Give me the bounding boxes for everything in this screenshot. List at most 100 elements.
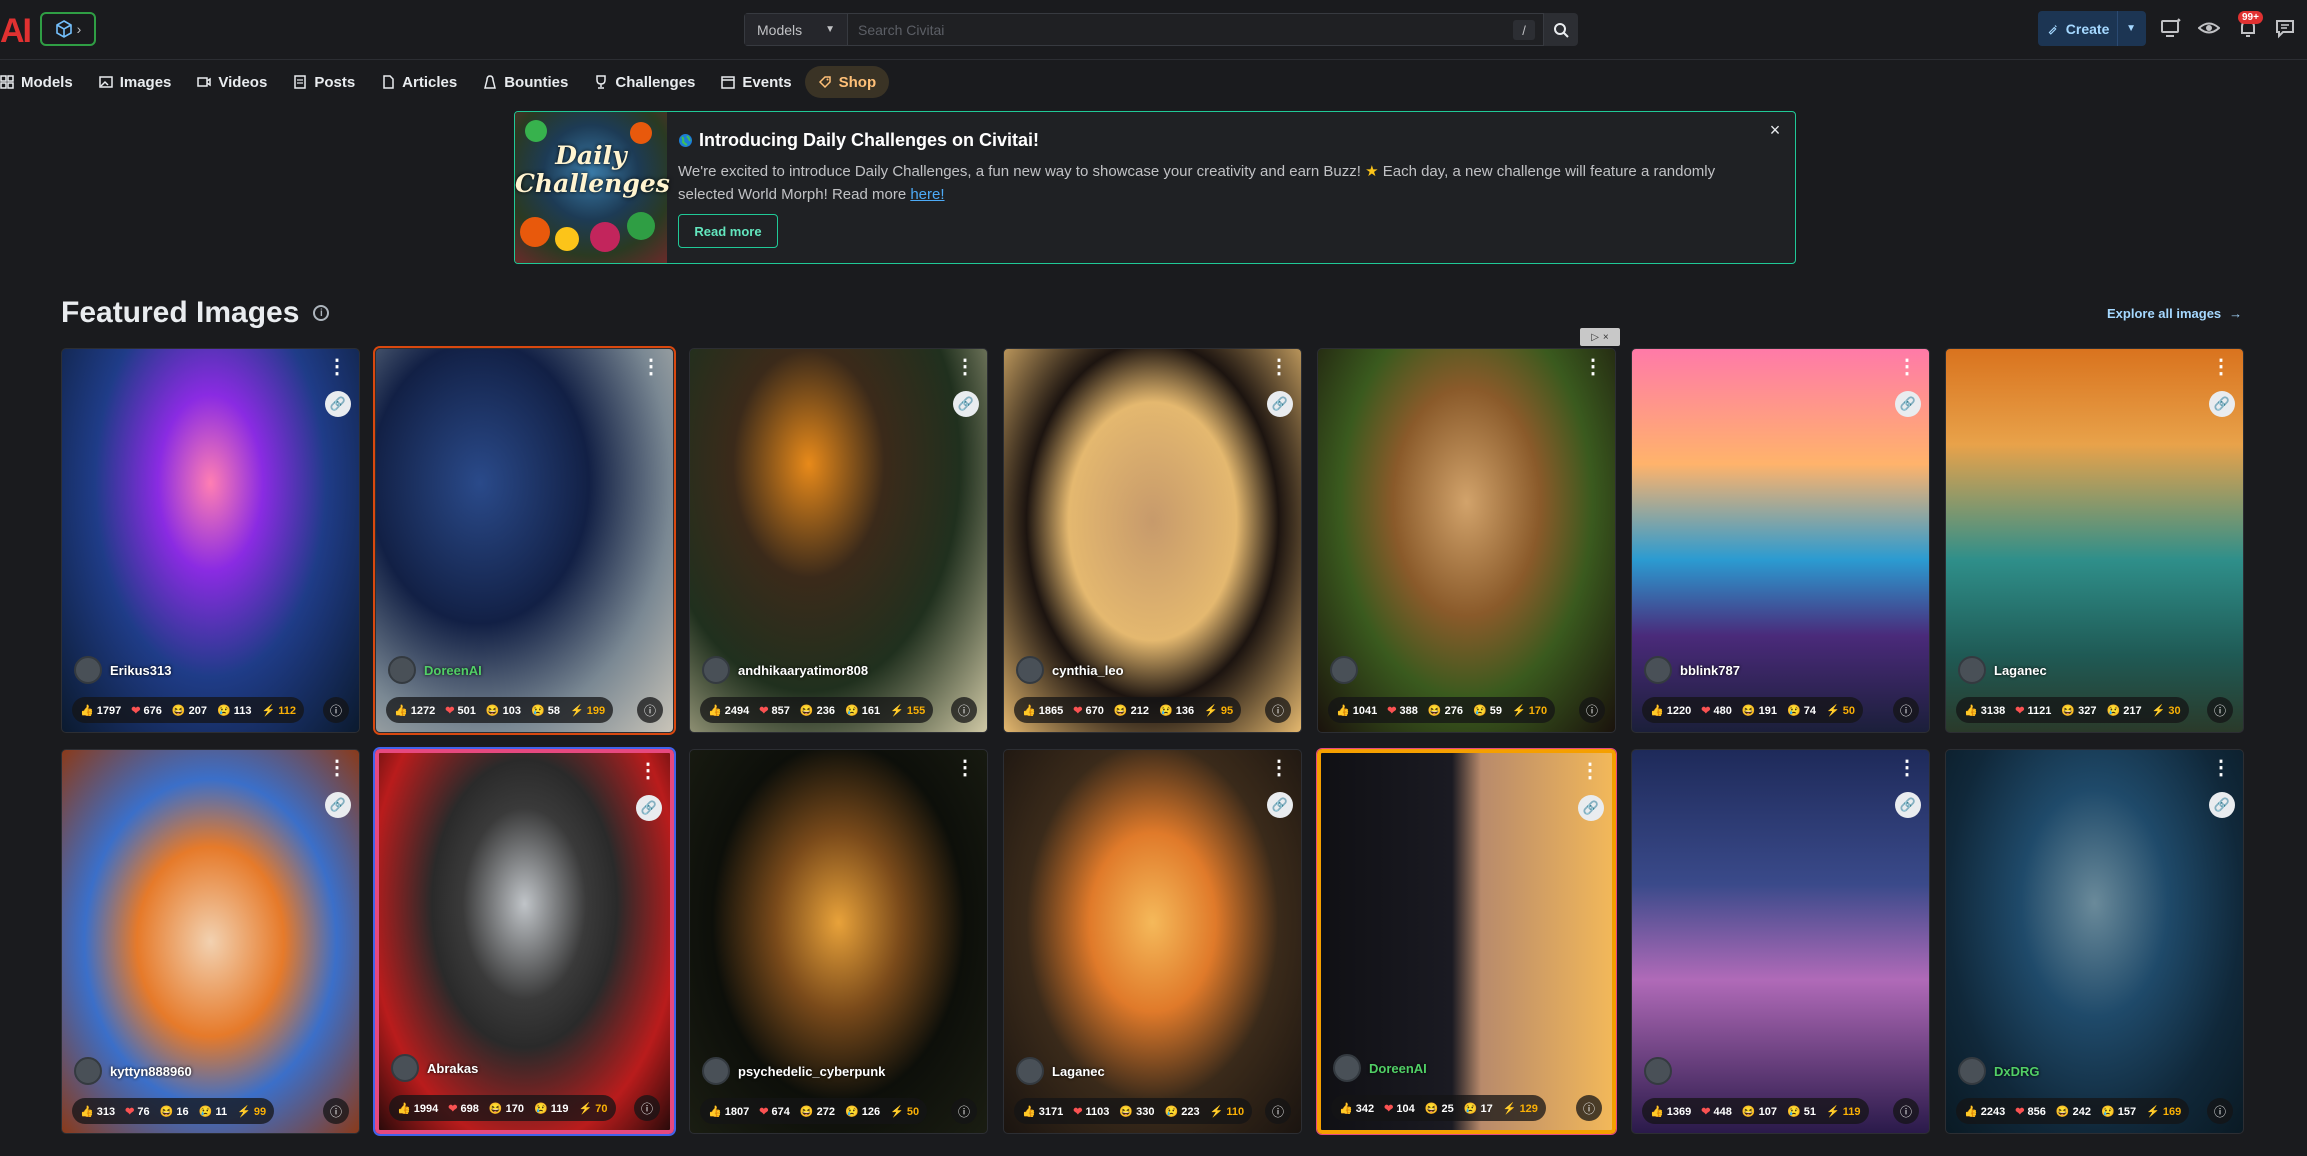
close-icon[interactable]: × — [1767, 121, 1783, 139]
card-user[interactable]: DoreenAI — [1333, 1054, 1427, 1082]
info-icon[interactable]: i — [313, 305, 330, 321]
username[interactable]: bblink787 — [1680, 663, 1740, 678]
more-options-icon[interactable]: ⋮ — [1269, 758, 1289, 778]
reaction-heart[interactable]: ❤ 857 — [759, 704, 790, 717]
nav-item-shop[interactable]: Shop — [804, 66, 890, 98]
more-options-icon[interactable]: ⋮ — [641, 357, 661, 377]
reaction-cry[interactable]: 😢 223 — [1165, 1105, 1200, 1118]
reaction-cry[interactable]: 😢 74 — [1787, 704, 1816, 717]
reaction-cry[interactable]: 😢 217 — [2107, 704, 2142, 717]
reaction-cry[interactable]: 😢 58 — [531, 704, 560, 717]
nav-item-challenges[interactable]: Challenges — [581, 66, 708, 98]
image-info-icon[interactable]: ⓘ — [1579, 697, 1605, 723]
link-icon[interactable]: 🔗 — [953, 391, 979, 417]
reaction-cry[interactable]: 😢 11 — [199, 1105, 227, 1118]
image-info-icon[interactable]: ⓘ — [951, 1098, 977, 1124]
avatar[interactable] — [1016, 656, 1044, 684]
chat-icon[interactable] — [2274, 17, 2296, 39]
nav-item-posts[interactable]: Posts — [280, 66, 368, 98]
buzz-tip[interactable]: ⚡ 112 — [262, 704, 297, 717]
reaction-heart[interactable]: ❤ 674 — [759, 1105, 790, 1118]
reaction-heart[interactable]: ❤ 670 — [1073, 704, 1104, 717]
username[interactable]: cynthia_leo — [1052, 663, 1124, 678]
avatar[interactable] — [1958, 1057, 1986, 1085]
avatar[interactable] — [702, 1057, 730, 1085]
image-card[interactable]: ⋮ 🔗 DxDRG 👍 2243 ❤ 856 😆 242 😢 157 ⚡ 169… — [1945, 749, 2244, 1134]
reaction-like[interactable]: 👍 3138 — [1964, 704, 2005, 717]
buzz-tip[interactable]: ⚡ 110 — [1210, 1105, 1245, 1118]
link-icon[interactable]: 🔗 — [1578, 795, 1604, 821]
more-options-icon[interactable]: ⋮ — [327, 758, 347, 778]
image-card[interactable]: ⋮ 🔗 Laganec 👍 3171 ❤ 1103 😆 330 😢 223 ⚡ … — [1003, 749, 1302, 1134]
image-info-icon[interactable]: ⓘ — [1893, 1098, 1919, 1124]
card-user[interactable]: bblink787 — [1644, 656, 1740, 684]
username[interactable]: psychedelic_cyberpunk — [738, 1064, 885, 1079]
reaction-cry[interactable]: 😢 126 — [845, 1105, 880, 1118]
reaction-heart[interactable]: ❤ 676 — [131, 704, 162, 717]
nav-item-articles[interactable]: Articles — [368, 66, 470, 98]
reaction-laugh[interactable]: 😆 242 — [2056, 1105, 2091, 1118]
card-user[interactable]: cynthia_leo — [1016, 656, 1124, 684]
image-card[interactable]: ⋮ 🔗 Laganec 👍 3138 ❤ 1121 😆 327 😢 217 ⚡ … — [1945, 348, 2244, 733]
reaction-laugh[interactable]: 😆 25 — [1425, 1102, 1454, 1115]
avatar[interactable] — [388, 656, 416, 684]
card-user[interactable]: psychedelic_cyberpunk — [702, 1057, 885, 1085]
buzz-tip[interactable]: ⚡ 50 — [890, 1105, 919, 1118]
card-user[interactable] — [1644, 1057, 1680, 1085]
reaction-cry[interactable]: 😢 113 — [217, 704, 252, 717]
more-options-icon[interactable]: ⋮ — [2211, 357, 2231, 377]
reaction-like[interactable]: 👍 313 — [80, 1105, 115, 1118]
image-card[interactable]: ⋮ 🔗 👍 1369 ❤ 448 😆 107 😢 51 ⚡ 119 ⓘ — [1631, 749, 1930, 1134]
link-icon[interactable]: 🔗 — [2209, 792, 2235, 818]
image-card[interactable]: ⋮ 🔗 kyttyn888960 👍 313 ❤ 76 😆 16 😢 11 ⚡ … — [61, 749, 360, 1134]
create-button[interactable]: Create ▼ — [2038, 11, 2146, 46]
reaction-like[interactable]: 👍 1994 — [397, 1102, 438, 1115]
image-card[interactable]: ⋮ 🔗 Erikus313 👍 1797 ❤ 676 😆 207 😢 113 ⚡… — [61, 348, 360, 733]
more-options-icon[interactable]: ⋮ — [327, 357, 347, 377]
username[interactable]: Erikus313 — [110, 663, 171, 678]
buzz-tip[interactable]: ⚡ 129 — [1503, 1102, 1538, 1115]
reaction-cry[interactable]: 😢 51 — [1787, 1105, 1816, 1118]
monitor-icon[interactable] — [2160, 17, 2182, 39]
more-options-icon[interactable]: ⋮ — [638, 761, 658, 781]
username[interactable]: DxDRG — [1994, 1064, 2040, 1079]
reaction-cry[interactable]: 😢 119 — [534, 1102, 569, 1115]
more-options-icon[interactable]: ⋮ — [1583, 357, 1603, 377]
read-more-button[interactable]: Read more — [678, 214, 778, 248]
reaction-like[interactable]: 👍 1041 — [1336, 704, 1377, 717]
username[interactable]: Laganec — [1052, 1064, 1105, 1079]
reaction-cry[interactable]: 😢 136 — [1159, 704, 1194, 717]
buzz-tip[interactable]: ⚡ 30 — [2152, 704, 2181, 717]
card-user[interactable]: andhikaaryatimor808 — [702, 656, 868, 684]
reaction-laugh[interactable]: 😆 212 — [1114, 704, 1149, 717]
more-options-icon[interactable]: ⋮ — [1269, 357, 1289, 377]
image-card[interactable]: ⋮ DoreenAI 👍 1272 ❤ 501 😆 103 😢 58 ⚡ 199… — [375, 348, 674, 733]
reaction-like[interactable]: 👍 1807 — [708, 1105, 749, 1118]
reaction-like[interactable]: 👍 342 — [1339, 1102, 1374, 1115]
avatar[interactable] — [74, 1057, 102, 1085]
link-icon[interactable]: 🔗 — [1895, 792, 1921, 818]
reaction-cry[interactable]: 😢 161 — [845, 704, 880, 717]
reaction-like[interactable]: 👍 1865 — [1022, 704, 1063, 717]
reaction-laugh[interactable]: 😆 272 — [800, 1105, 835, 1118]
reaction-heart[interactable]: ❤ 104 — [1384, 1102, 1415, 1115]
search-input[interactable]: Search Civitai / — [848, 13, 1544, 46]
reaction-cry[interactable]: 😢 157 — [2101, 1105, 2136, 1118]
reaction-heart[interactable]: ❤ 1121 — [2015, 704, 2051, 717]
avatar[interactable] — [74, 656, 102, 684]
more-options-icon[interactable]: ⋮ — [2211, 758, 2231, 778]
image-card[interactable]: ⋮ 🔗 Abrakas 👍 1994 ❤ 698 😆 170 😢 119 ⚡ 7… — [375, 749, 674, 1134]
card-user[interactable]: DoreenAI — [388, 656, 482, 684]
card-user[interactable]: Erikus313 — [74, 656, 171, 684]
reaction-like[interactable]: 👍 3171 — [1022, 1105, 1063, 1118]
nav-item-models[interactable]: Models — [0, 66, 86, 98]
buzz-tip[interactable]: ⚡ 169 — [2146, 1105, 2181, 1118]
image-info-icon[interactable]: ⓘ — [1576, 1095, 1602, 1121]
search-category-select[interactable]: Models ▼ — [744, 13, 848, 46]
avatar[interactable] — [1330, 656, 1358, 684]
reaction-laugh[interactable]: 😆 207 — [172, 704, 207, 717]
username[interactable]: kyttyn888960 — [110, 1064, 192, 1079]
link-icon[interactable]: 🔗 — [2209, 391, 2235, 417]
card-user[interactable]: Laganec — [1016, 1057, 1105, 1085]
buzz-tip[interactable]: ⚡ 95 — [1204, 704, 1233, 717]
